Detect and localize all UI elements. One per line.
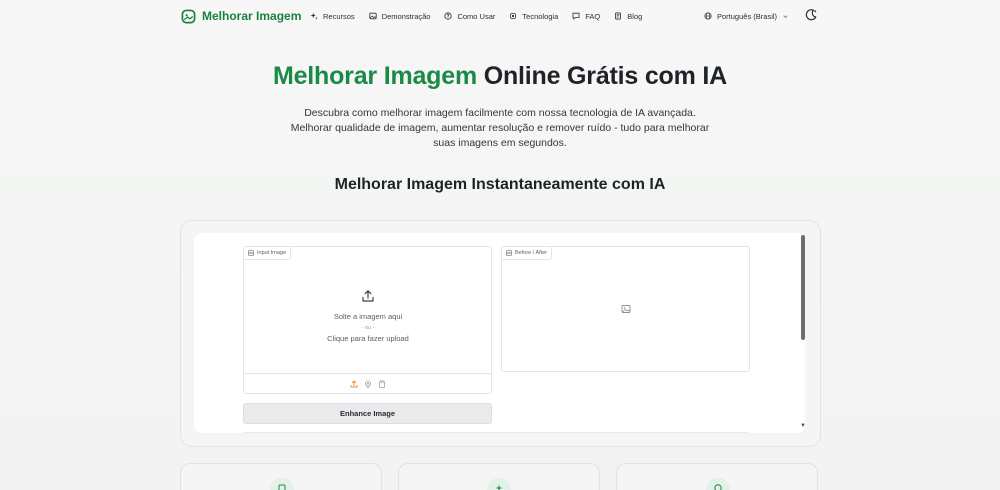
input-image-panel: Input Image Solte a imagem aqui - ou - C… [243, 246, 492, 394]
brand-link[interactable]: Melhorar Imagem [181, 8, 301, 24]
chip-icon [510, 13, 517, 19]
brand-name: Melhorar Imagem [202, 9, 302, 23]
book-icon [615, 12, 622, 20]
nav-label: FAQ [585, 11, 601, 21]
brand-logo-icon [181, 9, 196, 23]
nav-label: Como Usar [457, 11, 496, 21]
nav-label: Blog [627, 11, 643, 21]
input-image-tag: Input Image [244, 247, 292, 260]
nav-item-tecnologia[interactable]: Tecnologia [509, 12, 558, 21]
dark-mode-toggle-icon[interactable] [804, 8, 818, 22]
message-question-icon [572, 12, 580, 20]
image-drop-zone[interactable]: Solte a imagem aqui - ou - Clique para f… [244, 261, 492, 373]
nav-label: Recursos [323, 11, 355, 21]
chevron-down-icon [783, 14, 788, 18]
hero-title-highlight: Melhorar Imagem [272, 62, 477, 90]
top-navbar: Melhorar Imagem Recursos Demonstração Co… [0, 0, 1000, 32]
main-nav: Recursos Demonstração Como Usar Tecnolog… [310, 10, 642, 22]
nav-label: Demonstração [381, 11, 431, 21]
nav-item-recursos[interactable]: Recursos [310, 12, 355, 21]
before-after-tag: Before / After [502, 247, 553, 260]
sparkles-icon [310, 12, 318, 20]
before-after-panel: Before / After [501, 246, 750, 372]
drop-or-text: - ou - [361, 325, 375, 331]
image-label-icon [248, 250, 254, 256]
drop-text: Solte a imagem aqui [333, 312, 403, 321]
input-image-label: Input Image [257, 250, 287, 256]
upload-source-icon[interactable] [350, 380, 358, 388]
globe-icon [704, 12, 712, 20]
image-icon [369, 12, 377, 20]
divider [243, 432, 749, 433]
language-selector[interactable]: Português (Brasil) [704, 10, 789, 22]
input-toolbar [244, 373, 492, 394]
click-upload-text: Clique para fazer upload [327, 334, 409, 343]
section-title: Melhorar Imagem Instantaneamente com IA [334, 176, 666, 193]
hero-subtitle: Descubra como melhorar imagem facilmente… [290, 107, 710, 149]
nav-item-como-usar[interactable]: Como Usar [444, 12, 495, 21]
nav-item-demonstracao[interactable]: Demonstração [369, 11, 431, 21]
nav-item-blog[interactable]: Blog [614, 12, 642, 21]
nav-label: Tecnologia [522, 11, 559, 21]
clipboard-icon[interactable] [378, 380, 386, 388]
scrollbar-thumb[interactable] [801, 235, 805, 340]
upload-icon [362, 290, 374, 302]
image-placeholder-icon [621, 305, 631, 313]
hero-title: Melhorar Imagem Online Grátis com IA [0, 62, 1000, 91]
webcam-icon[interactable] [364, 380, 372, 388]
scroll-down-arrow-icon[interactable]: ▼ [800, 423, 806, 429]
enhance-image-button[interactable]: Enhance Image [243, 403, 492, 424]
before-after-label: Before / After [515, 250, 548, 256]
language-label: Português (Brasil) [717, 11, 778, 21]
nav-item-faq[interactable]: FAQ [572, 12, 600, 21]
hero-title-rest: Online Grátis com IA [476, 62, 728, 90]
help-circle-icon [444, 12, 453, 20]
image-label-icon [506, 250, 512, 256]
